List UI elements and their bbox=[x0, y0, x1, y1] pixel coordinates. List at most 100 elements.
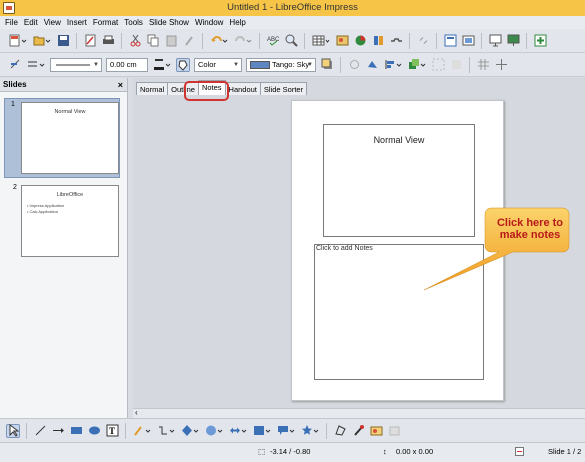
align-icon[interactable] bbox=[383, 58, 403, 72]
slide-thumbnail-2[interactable]: 2 LibreOffice • Impress Application • Ca… bbox=[4, 182, 120, 262]
arrow-style-icon[interactable] bbox=[26, 58, 46, 72]
area-style-dropdown[interactable]: Color ▼ bbox=[194, 57, 242, 72]
slide-layout-icon[interactable] bbox=[443, 34, 457, 48]
separator bbox=[326, 422, 327, 439]
horizontal-scrollbar[interactable]: ‹ bbox=[133, 408, 585, 418]
extrusion-icon[interactable] bbox=[387, 424, 401, 438]
status-bar: ⬚ -3.14 / -0.80 ↕ 0.00 x 0.00 Slide 1 / … bbox=[0, 442, 585, 462]
ungroup-icon[interactable] bbox=[449, 58, 463, 72]
separator bbox=[125, 422, 126, 439]
glue-points-icon[interactable] bbox=[351, 424, 365, 438]
line-width-field[interactable]: 0.00 cm bbox=[106, 57, 148, 72]
new-slide-icon[interactable] bbox=[461, 34, 475, 48]
menu-tools[interactable]: Tools bbox=[121, 18, 146, 27]
freeform-icon[interactable] bbox=[132, 424, 152, 438]
line-arrow-icon[interactable] bbox=[51, 424, 65, 438]
rotate-icon[interactable] bbox=[365, 58, 379, 72]
symbol-shapes-icon[interactable] bbox=[204, 424, 224, 438]
slide-preview-title: Normal View bbox=[373, 135, 425, 145]
menu-format[interactable]: Format bbox=[90, 18, 121, 27]
fontwork-gallery-icon[interactable] bbox=[369, 424, 383, 438]
line-style-dropdown[interactable]: ▼ bbox=[50, 57, 102, 72]
presenter-icon[interactable] bbox=[506, 34, 520, 48]
separator bbox=[409, 32, 410, 49]
separator bbox=[76, 32, 77, 49]
line-filling-toolbar: ▼ 0.00 cm Color ▼ Tango: Sky ▼ bbox=[0, 53, 585, 77]
menu-help[interactable]: Help bbox=[226, 18, 248, 27]
ellipse-icon[interactable] bbox=[87, 424, 101, 438]
points-edit-icon[interactable] bbox=[333, 424, 347, 438]
window-title: Untitled 1 - LibreOffice Impress bbox=[227, 2, 358, 13]
snap-icon[interactable] bbox=[8, 58, 22, 72]
menu-bar: File Edit View Insert Format Tools Slide… bbox=[0, 16, 585, 29]
svg-text:T: T bbox=[109, 426, 115, 436]
image-icon[interactable] bbox=[335, 34, 349, 48]
copy-icon[interactable] bbox=[146, 34, 160, 48]
close-icon[interactable]: × bbox=[118, 80, 123, 90]
menu-file[interactable]: File bbox=[2, 18, 21, 27]
stars-icon[interactable] bbox=[300, 424, 320, 438]
callout-line-1: Click here to bbox=[496, 217, 564, 229]
media-icon[interactable] bbox=[371, 34, 385, 48]
helplines-icon[interactable] bbox=[494, 58, 508, 72]
scroll-left-icon[interactable]: ‹ bbox=[135, 408, 138, 417]
group-icon[interactable] bbox=[431, 58, 445, 72]
notes-tab-highlight bbox=[184, 81, 229, 101]
rectangle-icon[interactable] bbox=[69, 424, 83, 438]
tab-handout[interactable]: Handout bbox=[224, 82, 261, 95]
callouts-icon[interactable] bbox=[276, 424, 296, 438]
arrange-icon[interactable] bbox=[407, 58, 427, 72]
workspace: Normal Outline Notes Handout Slide Sorte… bbox=[133, 78, 585, 418]
standard-toolbar: ABC bbox=[0, 29, 585, 53]
slideshow-icon[interactable] bbox=[488, 34, 502, 48]
add-icon[interactable] bbox=[533, 34, 547, 48]
line-color-icon[interactable] bbox=[152, 58, 172, 72]
separator bbox=[304, 32, 305, 49]
redo-icon[interactable] bbox=[233, 34, 253, 48]
basic-shapes-icon[interactable] bbox=[180, 424, 200, 438]
slide-title: LibreOffice bbox=[56, 192, 84, 198]
paste-icon[interactable] bbox=[164, 34, 178, 48]
grid-icon[interactable] bbox=[476, 58, 490, 72]
block-arrows-icon[interactable] bbox=[228, 424, 248, 438]
open-folder-icon[interactable] bbox=[32, 34, 52, 48]
fontwork-icon[interactable] bbox=[389, 34, 403, 48]
cut-icon[interactable] bbox=[128, 34, 142, 48]
new-document-icon[interactable] bbox=[8, 34, 28, 48]
shadow-icon[interactable] bbox=[320, 58, 334, 72]
chart-icon[interactable] bbox=[353, 34, 367, 48]
flowchart-icon[interactable] bbox=[252, 424, 272, 438]
text-icon[interactable]: T bbox=[105, 424, 119, 438]
position-icon: ⬚ bbox=[258, 447, 266, 456]
menu-view[interactable]: View bbox=[41, 18, 64, 27]
hyperlink-icon[interactable] bbox=[416, 34, 430, 48]
save-icon[interactable] bbox=[56, 34, 70, 48]
spellcheck-icon[interactable]: ABC bbox=[266, 34, 280, 48]
table-icon[interactable] bbox=[311, 34, 331, 48]
edit-file-icon[interactable] bbox=[83, 34, 97, 48]
undo-icon[interactable] bbox=[209, 34, 229, 48]
menu-insert[interactable]: Insert bbox=[64, 18, 90, 27]
separator bbox=[202, 32, 203, 49]
slide-title: Normal View bbox=[54, 109, 86, 115]
line-icon[interactable] bbox=[33, 424, 47, 438]
select-icon[interactable] bbox=[6, 423, 20, 438]
tab-slide-sorter[interactable]: Slide Sorter bbox=[259, 82, 308, 95]
menu-edit[interactable]: Edit bbox=[21, 18, 41, 27]
print-icon[interactable] bbox=[101, 34, 115, 48]
zoom-icon[interactable] bbox=[284, 34, 298, 48]
slide-counter: Slide 1 / 2 bbox=[548, 447, 582, 456]
clone-formatting-icon[interactable] bbox=[182, 34, 196, 48]
area-color-dropdown[interactable]: Tango: Sky ▼ bbox=[246, 57, 316, 72]
menu-slide-show[interactable]: Slide Show bbox=[146, 18, 192, 27]
document-modified-icon bbox=[515, 447, 524, 458]
drawing-toolbar: T bbox=[0, 418, 585, 442]
slides-pane-header: Slides × bbox=[0, 78, 127, 92]
menu-window[interactable]: Window bbox=[192, 18, 226, 27]
tab-normal[interactable]: Normal bbox=[136, 82, 169, 95]
area-fill-icon[interactable] bbox=[176, 57, 190, 72]
connector-icon[interactable] bbox=[156, 424, 176, 438]
slide-thumbnail-1[interactable]: 1 Normal View bbox=[4, 98, 120, 178]
points-icon[interactable] bbox=[347, 58, 361, 72]
slide-bullet: • Calc Application bbox=[27, 209, 58, 214]
